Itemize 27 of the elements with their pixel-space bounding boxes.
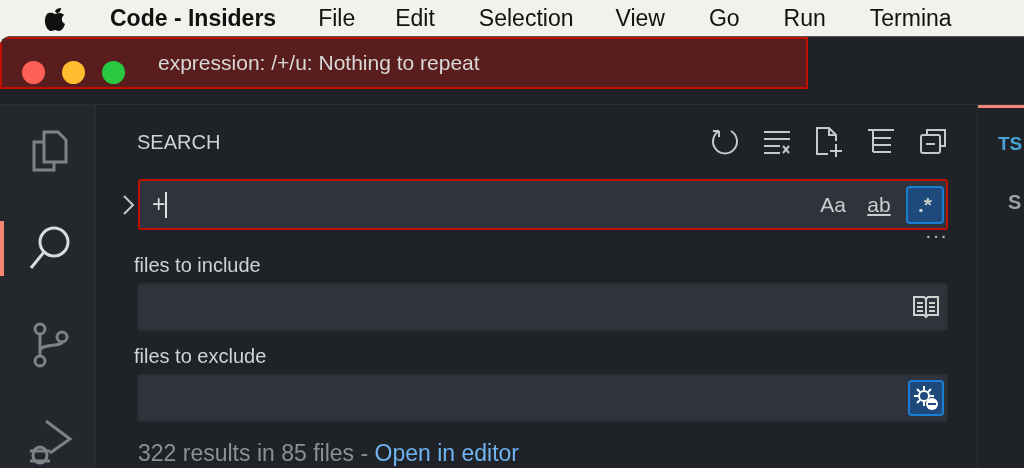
menu-item[interactable]: View	[615, 4, 665, 32]
field-label: files to exclude	[133, 345, 268, 368]
error-banner: expression: /+/u: Nothing to repeat	[0, 37, 808, 89]
menu-item[interactable]: Go	[708, 4, 740, 32]
query-text: +	[152, 190, 166, 217]
app-menu[interactable]: Code - Insiders	[110, 4, 277, 32]
collapse-all-icon[interactable]	[918, 126, 948, 156]
menu-item[interactable]: Edit	[395, 4, 435, 32]
search-field[interactable]: + Aa ab .*	[138, 179, 948, 230]
include-field[interactable]	[137, 283, 948, 331]
gear-icon[interactable]	[908, 380, 944, 416]
results-summary: 322 results in 85 files -	[138, 440, 370, 466]
menu-item[interactable]: File	[318, 4, 356, 32]
exclude-field[interactable]	[137, 374, 948, 422]
match-case-toggle[interactable]: Aa	[814, 185, 852, 224]
open-in-editor-link[interactable]: Open in editor	[374, 440, 519, 466]
regex-toggle[interactable]: .*	[906, 185, 944, 224]
whole-word-toggle[interactable]: ab	[860, 185, 898, 224]
menu-item[interactable]: Selection	[478, 4, 574, 32]
more-options-icon[interactable]: ···	[925, 230, 948, 250]
menu-item[interactable]: Run	[783, 4, 826, 32]
field-label: files to include	[133, 254, 262, 277]
tree-view-icon[interactable]	[866, 126, 896, 156]
menu-item[interactable]: Termina	[869, 4, 952, 32]
code-text: S	[1007, 190, 1023, 214]
new-file-icon[interactable]	[814, 126, 844, 158]
panel-title: SEARCH	[137, 130, 222, 154]
